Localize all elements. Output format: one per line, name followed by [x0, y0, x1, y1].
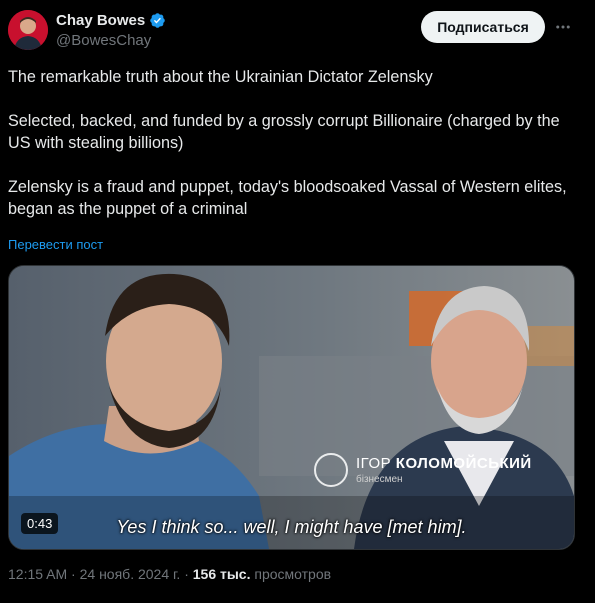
video-player[interactable]: ІГОР КОЛОМОЙСЬКИЙ бізнесмен Yes I think … — [8, 265, 575, 550]
more-options-icon[interactable] — [552, 14, 574, 40]
tweet-date[interactable]: 24 нояб. 2024 г. — [80, 566, 181, 582]
video-frame — [9, 266, 574, 549]
author-handle[interactable]: @BowesChay — [56, 32, 166, 49]
channel-logo-icon — [314, 453, 348, 487]
meta-separator: · — [184, 566, 189, 582]
tweet-text: The remarkable truth about the Ukrainian… — [8, 66, 583, 220]
views-label: просмотров — [254, 566, 332, 582]
avatar[interactable] — [8, 10, 48, 50]
verified-badge-icon — [150, 13, 165, 28]
video-caption: Yes I think so... well, I might have [me… — [116, 517, 467, 537]
author-block: Chay Bowes @BowesChay — [56, 12, 166, 49]
tweet-meta: 12:15 AM · 24 нояб. 2024 г. · 156 тыс. п… — [8, 566, 331, 582]
video-duration: 0:43 — [21, 513, 59, 534]
meta-separator: · — [71, 566, 76, 582]
tweet-time[interactable]: 12:15 AM — [8, 566, 67, 582]
views-count: 156 тыс. — [192, 566, 251, 582]
lower-third-role: бізнесмен — [356, 474, 403, 485]
tweet-paragraph: Zelensky is a fraud and puppet, today's … — [8, 178, 567, 218]
tweet-paragraph: The remarkable truth about the Ukrainian… — [8, 68, 433, 86]
lower-third: ІГОР КОЛОМОЙСЬКИЙ бізнесмен — [314, 453, 532, 487]
author-name[interactable]: Chay Bowes — [56, 12, 145, 29]
translate-post-link[interactable]: Перевести пост — [8, 237, 103, 252]
subscribe-button[interactable]: Подписаться — [421, 11, 545, 43]
avatar-image — [8, 10, 48, 50]
tweet-paragraph: Selected, backed, and funded by a grossl… — [8, 112, 560, 152]
lower-third-name: ІГОР КОЛОМОЙСЬКИЙ — [356, 455, 532, 472]
tweet-header: Chay Bowes @BowesChay Подписаться — [0, 0, 595, 60]
